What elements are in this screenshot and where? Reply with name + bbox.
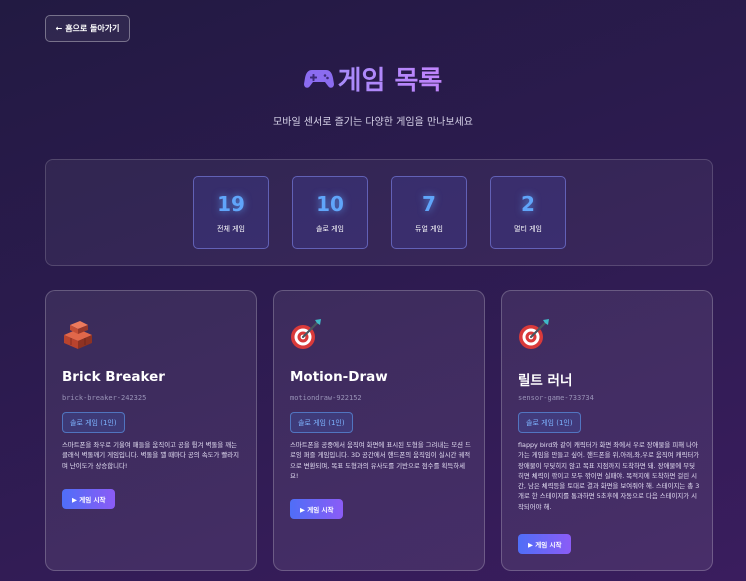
game-id: brick-breaker-242325	[62, 394, 147, 402]
stat-label: 솔로 게임	[316, 225, 344, 233]
bricks-icon	[64, 321, 92, 349]
start-game-button[interactable]: ▶ 게임 시작	[518, 534, 572, 554]
game-description: flappy bird와 같이 캐릭터가 화면 좌에서 우로 장애물을 피해 나…	[518, 441, 700, 511]
stat-multi: 2 멀티 게임	[490, 176, 566, 249]
start-game-button[interactable]: ▶ 게임 시작	[290, 499, 344, 519]
page-title: 게임 목록	[338, 60, 443, 97]
stat-value: 7	[422, 192, 436, 216]
stat-label: 멀티 게임	[514, 225, 542, 233]
stat-label: 듀얼 게임	[415, 225, 443, 233]
player-mode-badge: 솔로 게임 (1인)	[290, 412, 353, 433]
dart-target-icon	[291, 319, 321, 349]
game-id: sensor-game-733734	[518, 394, 594, 402]
stat-label: 전체 게임	[217, 225, 245, 233]
stats-panel: 19 전체 게임 10 솔로 게임 7 듀얼 게임 2 멀티 게임	[45, 159, 713, 266]
start-game-button[interactable]: ▶ 게임 시작	[62, 489, 116, 509]
game-title: 릴트 러너	[518, 373, 573, 389]
stat-solo: 10 솔로 게임	[292, 176, 368, 249]
back-home-button[interactable]: ← 홈으로 돌아가기	[45, 15, 130, 42]
arrow-left-icon: ←	[55, 24, 63, 33]
game-description: 스마트폰을 좌우로 기울여 패들을 움직이고 공을 튕겨 벽돌을 깨는 클래식 …	[62, 441, 240, 470]
stat-value: 19	[217, 192, 245, 216]
page-title-row: 게임 목록	[0, 60, 746, 97]
stat-total: 19 전체 게임	[193, 176, 269, 249]
game-card-tilt-runner[interactable]: 릴트 러너 sensor-game-733734 솔로 게임 (1인) flap…	[501, 290, 713, 571]
game-title: Motion-Draw	[290, 369, 388, 385]
dart-target-icon	[519, 319, 549, 349]
gamepad-icon	[303, 69, 334, 88]
game-title: Brick Breaker	[62, 369, 165, 385]
game-card-motion-draw[interactable]: Motion-Draw motiondraw-922152 솔로 게임 (1인)…	[273, 290, 485, 571]
game-card-brick-breaker[interactable]: Brick Breaker brick-breaker-242325 솔로 게임…	[45, 290, 257, 571]
game-id: motiondraw-922152	[290, 394, 362, 402]
stat-value: 2	[521, 192, 535, 216]
game-description: 스마트폰을 공중에서 움직여 화면에 표시된 도형을 그려내는 모션 드로잉 퍼…	[290, 441, 471, 480]
player-mode-badge: 솔로 게임 (1인)	[518, 412, 581, 433]
page-subtitle: 모바일 센서로 즐기는 다양한 게임을 만나보세요	[273, 117, 473, 128]
player-mode-badge: 솔로 게임 (1인)	[62, 412, 125, 433]
stat-value: 10	[316, 192, 344, 216]
stat-dual: 7 듀얼 게임	[391, 176, 467, 249]
back-home-label: 홈으로 돌아가기	[65, 24, 120, 33]
